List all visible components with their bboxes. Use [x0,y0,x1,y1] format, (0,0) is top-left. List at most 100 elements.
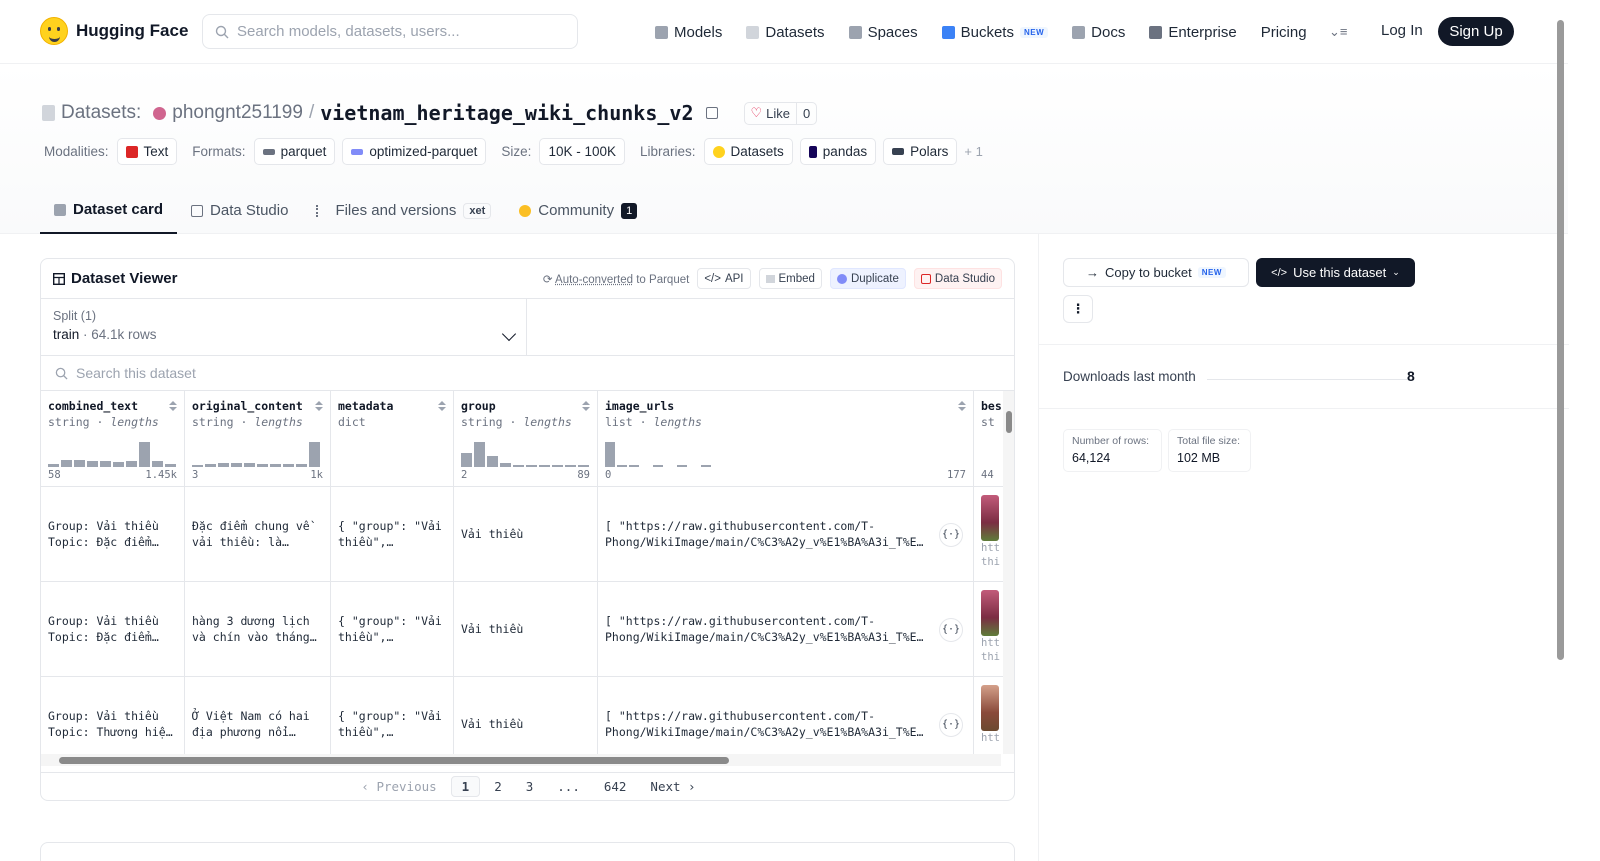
page-button[interactable]: 642 [594,777,637,796]
user-avatar[interactable] [153,107,166,120]
signup-button[interactable]: Sign Up [1438,17,1514,46]
copy-to-bucket-button[interactable]: → Copy to bucket NEW [1063,258,1249,287]
nav-link-datasets[interactable]: Datasets [746,20,824,44]
column-header[interactable]: bes st 44 [974,391,1003,487]
histogram-bar[interactable] [309,442,320,467]
sort-icon[interactable] [958,401,966,413]
tag-library-datasets[interactable]: Datasets [704,138,793,165]
dataset-search-input[interactable] [76,365,476,381]
histogram-bar[interactable] [270,464,281,467]
global-search[interactable] [202,14,578,49]
nav-link-docs[interactable]: Docs [1072,20,1125,44]
histogram-bar[interactable] [474,442,485,467]
table-horizontal-scrollbar[interactable] [41,754,1001,766]
tab-dataset-card[interactable]: Dataset card [40,187,177,234]
sort-icon[interactable] [169,401,177,413]
dataset-search[interactable] [41,355,1015,391]
column-header[interactable]: group string · lengths 2 89 [454,391,597,487]
histogram-bar[interactable] [231,463,242,467]
duplicate-button[interactable]: Duplicate [830,268,906,289]
expand-json-icon[interactable]: {·} [939,713,963,737]
tag-library-polars[interactable]: Polars [883,138,957,165]
histogram-bar[interactable] [283,464,294,467]
api-button[interactable]: </> API [697,268,750,289]
image-thumbnail[interactable] [981,495,999,541]
histogram-bar[interactable] [526,465,537,467]
column-header[interactable]: image_urls list · lengths 0 177 [598,391,973,487]
table-cell[interactable]: Group: Vải thiều Topic: Thương hiệ… [41,677,184,754]
histogram-bar[interactable] [629,465,639,467]
nav-link-enterprise[interactable]: Enterprise [1149,20,1236,44]
table-cell[interactable]: htt thi [974,487,1003,582]
tab-files-and-versions[interactable]: Files and versions xet [302,187,505,234]
histogram-bar[interactable] [539,465,550,467]
histogram-bar[interactable] [296,464,307,467]
logo[interactable]: Hugging Face [40,17,188,45]
histogram-bar[interactable] [677,465,687,467]
sort-icon[interactable] [582,401,590,413]
image-thumbnail[interactable] [981,685,999,731]
more-libraries[interactable]: + 1 [964,144,982,159]
split-selector[interactable]: Split (1) train · 64.1k rows [41,299,527,355]
nav-link-models[interactable]: Models [655,20,722,44]
next-page-button[interactable]: Next › [640,777,705,796]
like-button[interactable]: ♡ Like 0 [744,102,818,125]
histogram-bar[interactable] [192,465,203,467]
more-menu-icon[interactable]: ⌄≡ [1329,20,1347,44]
previous-page-button[interactable]: ‹ Previous [351,777,446,796]
image-thumbnail[interactable] [981,590,999,636]
table-cell[interactable]: Ở Việt Nam có hai địa phương nổi… [185,677,330,754]
histogram-bar[interactable] [100,461,111,467]
tag-modality-text[interactable]: Text [117,138,178,165]
nav-link-buckets[interactable]: Buckets NEW [942,20,1049,44]
histogram-bar[interactable] [578,465,589,467]
tag-size[interactable]: 10K - 100K [539,138,625,165]
table-cell[interactable]: Vải thiều [454,487,597,582]
use-this-dataset-button[interactable]: </> Use this dataset ⌄ [1256,258,1415,287]
histogram-bar[interactable] [61,460,72,467]
column-header[interactable]: combined_text string · lengths 58 1.45k [41,391,184,487]
histogram-bar[interactable] [605,442,615,467]
histogram-bar[interactable] [653,465,663,467]
sort-icon[interactable] [438,401,446,413]
table-cell[interactable]: [ "https://raw.githubusercontent.com/T- P… [598,582,973,677]
nav-link-pricing[interactable]: Pricing [1261,20,1307,44]
more-options-button[interactable]: ⋮ [1063,295,1093,323]
page-button[interactable]: 1 [451,776,481,797]
login-link[interactable]: Log In [1381,22,1423,39]
table-cell[interactable]: Đặc điểm chung về vải thiều: là… [185,487,330,582]
histogram-bar[interactable] [126,461,137,467]
scrollbar-thumb[interactable] [59,757,729,764]
histogram-bar[interactable] [701,465,711,467]
table-cell[interactable]: { "group": "Vải thiều",… [331,582,453,677]
table-cell[interactable]: Group: Vải thiều Topic: Đặc điểm… [41,487,184,582]
tag-format-parquet[interactable]: parquet [254,138,336,165]
histogram-bar[interactable] [461,453,472,467]
histogram-bar[interactable] [617,465,627,467]
page-button[interactable]: 2 [484,777,512,796]
histogram-bar[interactable] [165,464,176,467]
repo-owner[interactable]: phongnt251199 [172,102,303,124]
histogram-bar[interactable] [139,442,150,467]
tab-community[interactable]: Community 1 [505,187,651,234]
table-cell[interactable]: Vải thiều [454,582,597,677]
histogram-bar[interactable] [152,461,163,467]
auto-converted-note[interactable]: ⟳ Auto-converted to Parquet [543,272,689,286]
expand-json-icon[interactable]: {·} [939,523,963,547]
histogram-bar[interactable] [257,464,268,467]
table-cell[interactable]: { "group": "Vải thiều",… [331,677,453,754]
search-input[interactable] [237,23,557,40]
tab-data-studio[interactable]: Data Studio [177,187,302,234]
copy-icon[interactable] [706,107,718,119]
table-cell[interactable]: Group: Vải thiều Topic: Đặc điểm… [41,582,184,677]
table-cell[interactable]: [ "https://raw.githubusercontent.com/T- P… [598,487,973,582]
histogram-bar[interactable] [218,463,229,467]
histogram-bar[interactable] [113,462,124,467]
tag-library-pandas[interactable]: pandas [800,138,876,165]
table-cell[interactable]: { "group": "Vải thiều",… [331,487,453,582]
column-header[interactable]: original_content string · lengths 3 1k [185,391,330,487]
table-cell[interactable]: htt [974,677,1003,754]
histogram-bar[interactable] [74,460,85,467]
histogram-bar[interactable] [513,465,524,467]
scrollbar-thumb[interactable] [1557,20,1564,660]
